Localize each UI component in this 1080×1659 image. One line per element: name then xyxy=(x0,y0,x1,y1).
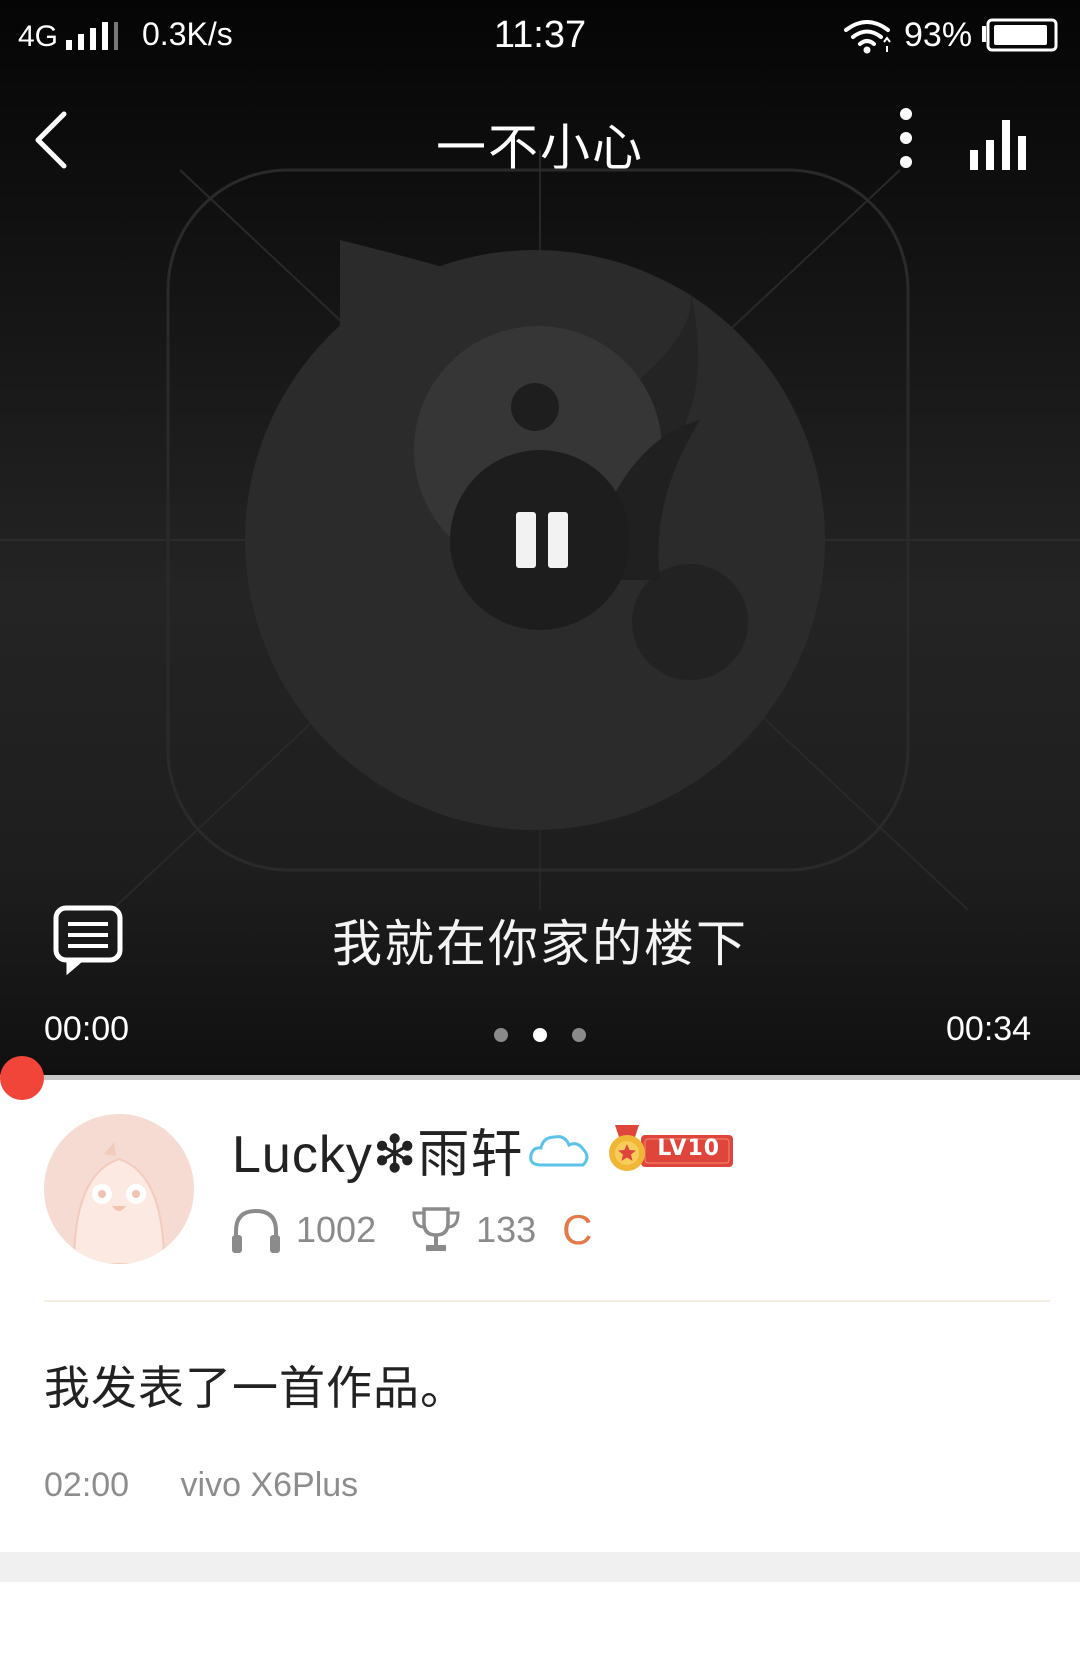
battery-icon xyxy=(982,18,1058,52)
avatar[interactable] xyxy=(44,1114,194,1264)
post-time: 02:00 xyxy=(44,1466,130,1504)
stats-row: 1002 133 C xyxy=(230,1202,593,1258)
current-lyric: 我就在你家的楼下 xyxy=(332,915,748,973)
page-dot[interactable] xyxy=(494,1028,508,1042)
progress-thumb[interactable] xyxy=(0,1056,44,1100)
page-indicator xyxy=(490,1028,590,1044)
pause-bar-right xyxy=(548,512,568,568)
page-dot[interactable] xyxy=(572,1028,586,1042)
listen-count: 1002 xyxy=(296,1209,377,1250)
divider xyxy=(44,1300,1050,1302)
post-text: 我发表了一首作品。 xyxy=(44,1361,467,1415)
trophy-count: 133 xyxy=(476,1209,537,1250)
pause-bar-left xyxy=(516,512,536,568)
pause-circle-icon xyxy=(450,450,630,630)
level-badge: LV10 xyxy=(607,1123,735,1175)
page-dot-active[interactable] xyxy=(533,1028,547,1042)
status-bar: 4G 0.3K/s 11:37 93% xyxy=(0,0,1080,74)
username[interactable]: Lucky❇雨轩 xyxy=(232,1112,523,1187)
bird-avatar-icon xyxy=(44,1114,194,1264)
player-panel: 4G 0.3K/s 11:37 93% 一不小心 我就在你家的楼下 00:00 … xyxy=(0,0,1080,1078)
total-time: 00:34 xyxy=(946,1010,1032,1048)
c-badge-icon: C xyxy=(562,1206,593,1253)
username-row: Lucky❇雨轩 LV10 xyxy=(232,1114,735,1184)
wifi-icon xyxy=(844,20,891,54)
battery-percent: 93% xyxy=(904,16,973,54)
post-device: vivo X6Plus xyxy=(180,1466,359,1504)
headphones-icon xyxy=(232,1208,280,1253)
progress-track[interactable] xyxy=(0,1075,1080,1080)
current-time: 00:00 xyxy=(44,1010,130,1048)
cloud-icon xyxy=(529,1135,589,1167)
pause-button[interactable] xyxy=(450,450,630,630)
section-gap xyxy=(0,1552,1080,1582)
level-label: LV10 xyxy=(657,1136,721,1161)
post-meta: 02:00 vivo X6Plus xyxy=(44,1466,358,1505)
trophy-icon xyxy=(412,1207,460,1251)
